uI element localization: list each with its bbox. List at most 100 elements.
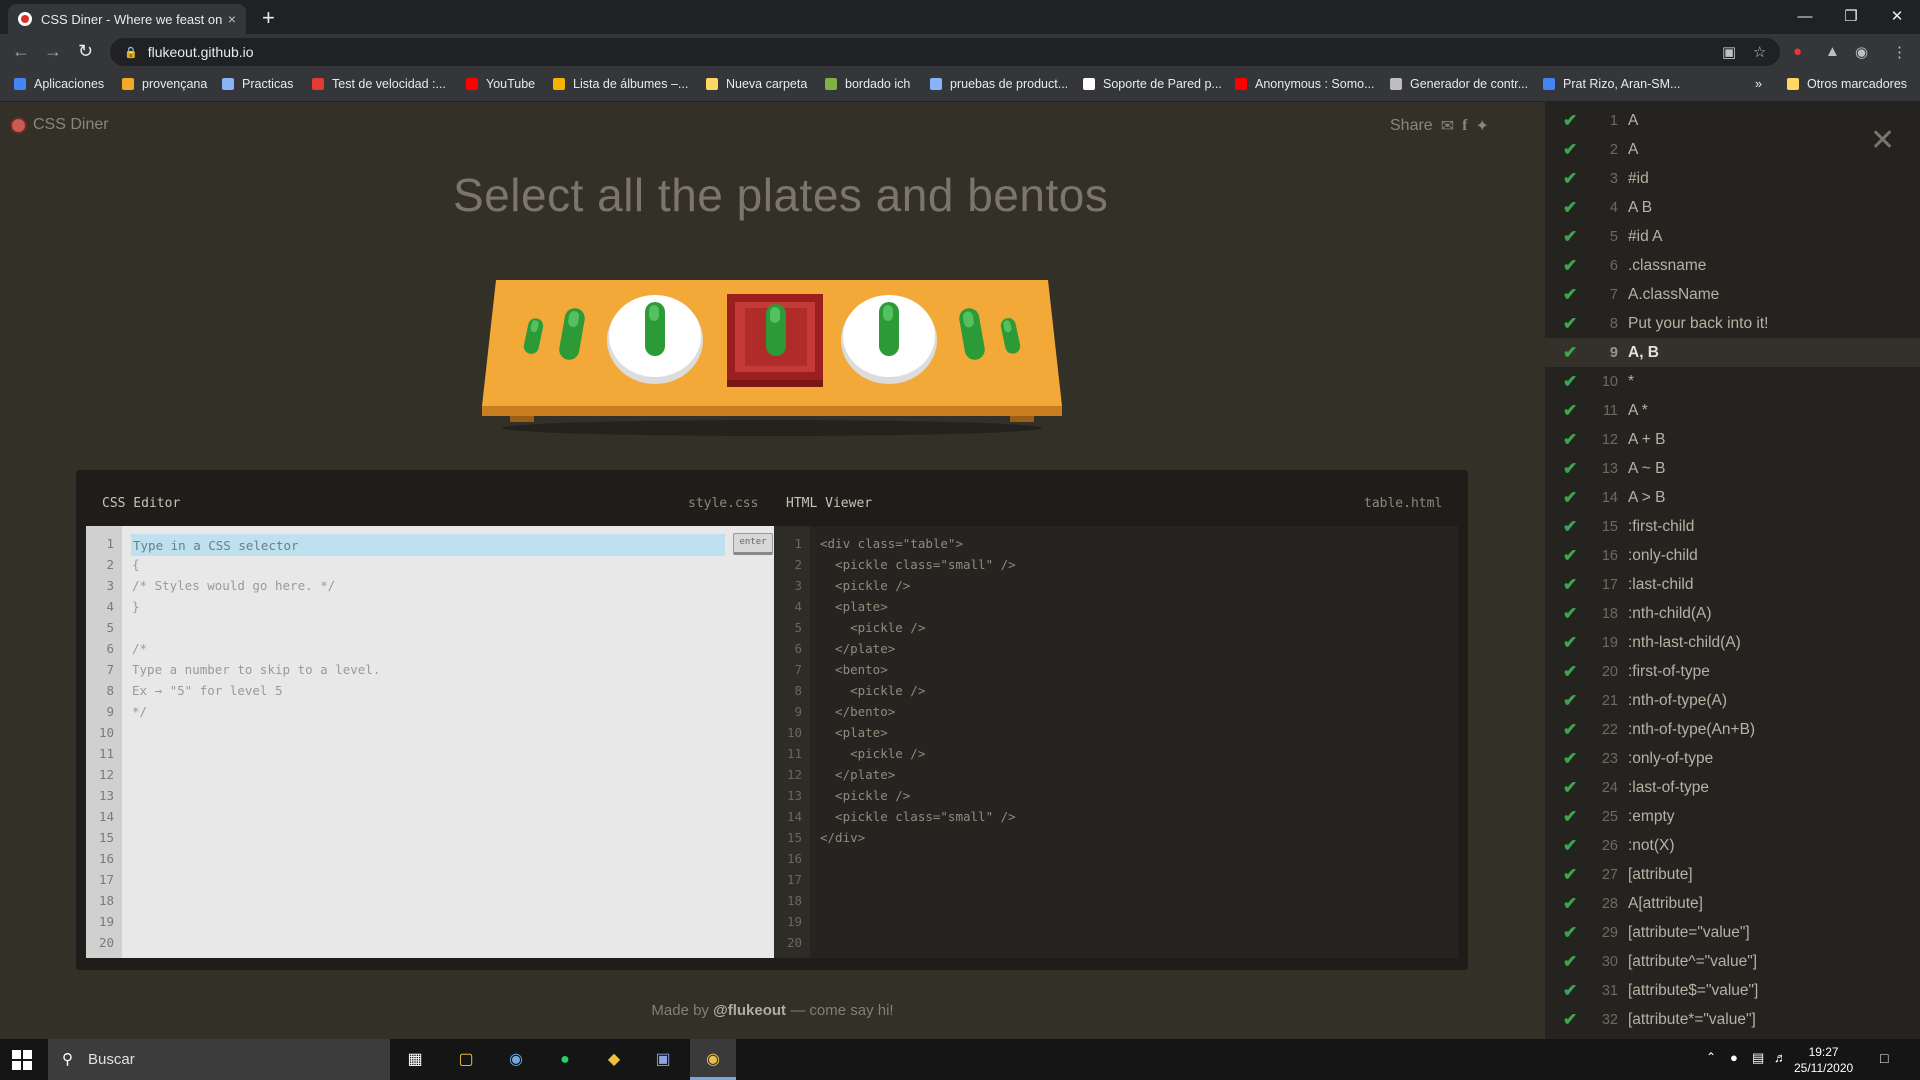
bookmark-item[interactable]: Nueva carpeta — [706, 77, 807, 91]
task-view-icon[interactable]: ▦ — [402, 1047, 428, 1073]
html-code-line[interactable]: <plate> — [820, 722, 888, 743]
taskbar-search[interactable]: ⚲ Buscar — [48, 1039, 390, 1080]
author-link[interactable]: @flukeout — [713, 1002, 786, 1019]
browser-tab[interactable]: CSS Diner - Where we feast on CSS Select… — [8, 4, 246, 34]
level-item[interactable]: ✔ 23:only-of-type — [1545, 744, 1920, 773]
system-clock[interactable]: 19:27 25/11/2020 — [1794, 1044, 1853, 1076]
html-code-line[interactable]: <pickle /> — [820, 743, 925, 764]
email-icon[interactable]: ✉ — [1441, 116, 1454, 136]
bookmark-item[interactable]: Practicas — [222, 77, 293, 91]
network-icon[interactable]: ▤ — [1752, 1050, 1764, 1066]
level-item[interactable]: ✔ 25:empty — [1545, 802, 1920, 831]
discord-icon[interactable]: ▣ — [650, 1047, 676, 1073]
address-bar[interactable]: 🔒 flukeout.github.io — [110, 38, 1780, 66]
level-item[interactable]: ✔ 4 A B — [1545, 193, 1920, 222]
bookmark-item[interactable]: YouTube — [466, 77, 535, 91]
level-item[interactable]: ✔ 26:not(X) — [1545, 831, 1920, 860]
enter-button[interactable]: enter — [733, 533, 773, 555]
volume-icon[interactable]: ♬ — [1774, 1050, 1787, 1065]
profile-avatar-icon[interactable]: ◉ — [1855, 43, 1868, 61]
bookmark-item[interactable]: Test de velocidad :... — [312, 77, 446, 91]
new-tab-button[interactable]: + — [262, 5, 275, 31]
extensions-puzzle-icon[interactable]: ▲ — [1825, 43, 1840, 60]
level-item[interactable]: ✔ 19:nth-last-child(A) — [1545, 628, 1920, 657]
close-level-menu-icon[interactable]: ✕ — [1870, 126, 1895, 156]
chrome-icon[interactable]: ◉ — [700, 1047, 726, 1073]
level-item[interactable]: ✔ 3 #id — [1545, 164, 1920, 193]
other-bookmarks-folder[interactable]: Otros marcadores — [1787, 77, 1907, 91]
back-icon[interactable]: ← — [12, 41, 30, 62]
bookmark-item[interactable]: Soporte de Pared p... — [1083, 77, 1222, 91]
microphone-icon[interactable]: ● — [1730, 1050, 1738, 1065]
translate-icon[interactable]: ▣ — [1722, 43, 1736, 61]
bookmark-item[interactable]: Aplicaciones — [14, 77, 104, 91]
level-item[interactable]: ✔ 6 .classname — [1545, 251, 1920, 280]
extension-icon[interactable]: ● — [1793, 43, 1802, 60]
html-code-line[interactable]: <div class="table"> — [820, 533, 963, 554]
forward-icon[interactable]: → — [44, 41, 62, 62]
more-bookmarks-button[interactable]: » — [1755, 77, 1762, 91]
level-item[interactable]: ✔ 15:first-child — [1545, 512, 1920, 541]
level-item[interactable]: ✔ 20:first-of-type — [1545, 657, 1920, 686]
level-item[interactable]: ✔ 21:nth-of-type(A) — [1545, 686, 1920, 715]
html-code-line[interactable]: <pickle /> — [820, 785, 910, 806]
bookmark-item[interactable]: Prat Rizo, Aran-SM... — [1543, 77, 1680, 91]
html-code-line[interactable]: </plate> — [820, 638, 895, 659]
bookmark-item[interactable]: Lista de álbumes –... — [553, 77, 688, 91]
html-code-line[interactable]: <pickle /> — [820, 680, 925, 701]
html-code-line[interactable]: <pickle /> — [820, 617, 925, 638]
level-item[interactable]: ✔ 14 A > B — [1545, 483, 1920, 512]
spotify-icon[interactable]: ● — [552, 1047, 578, 1073]
html-code-line[interactable]: <pickle class="small" /> — [820, 806, 1016, 827]
level-item[interactable]: ✔ 32 [attribute*="value"] — [1545, 1005, 1920, 1034]
level-item[interactable]: ✔ 10 * — [1545, 367, 1920, 396]
level-item[interactable]: ✔ 12 A + B — [1545, 425, 1920, 454]
html-code-line[interactable]: </bento> — [820, 701, 895, 722]
level-item[interactable]: ✔ 5 #id A — [1545, 222, 1920, 251]
level-item[interactable]: ✔ 28 A[attribute] — [1545, 889, 1920, 918]
logo[interactable]: CSS Diner — [10, 116, 109, 134]
html-code-line[interactable]: </plate> — [820, 764, 895, 785]
tray-chevron-icon[interactable]: ⌃ — [1706, 1050, 1716, 1064]
html-code-line[interactable]: <plate> — [820, 596, 888, 617]
html-code-line[interactable]: <pickle class="small" /> — [820, 554, 1016, 575]
menu-kebab-icon[interactable]: ⋮ — [1892, 43, 1907, 61]
html-code-line[interactable]: <bento> — [820, 659, 888, 680]
level-item[interactable]: ✔ 24:last-of-type — [1545, 773, 1920, 802]
bookmark-star-icon[interactable]: ☆ — [1753, 43, 1766, 61]
restore-icon[interactable]: ❐ — [1828, 4, 1874, 30]
level-item[interactable]: ✔ 27 [attribute] — [1545, 860, 1920, 889]
facebook-icon[interactable]: f — [1462, 117, 1467, 135]
file-explorer-icon[interactable]: ▢ — [453, 1047, 479, 1073]
css-selector-input[interactable] — [131, 534, 725, 556]
twitter-icon[interactable]: ✦ — [1475, 116, 1488, 136]
window-close-icon[interactable]: ✕ — [1874, 4, 1920, 30]
level-item[interactable]: ✔ 31 [attribute$="value"] — [1545, 976, 1920, 1005]
bookmark-item[interactable]: Anonymous : Somo... — [1235, 77, 1375, 91]
level-item[interactable]: ✔ 30 [attribute^="value"] — [1545, 947, 1920, 976]
level-item[interactable]: ✔ 18:nth-child(A) — [1545, 599, 1920, 628]
level-item[interactable]: ✔ 11 A * — [1545, 396, 1920, 425]
steam-icon[interactable]: ◉ — [503, 1047, 529, 1073]
level-item[interactable]: ✔ 29 [attribute="value"] — [1545, 918, 1920, 947]
bookmark-item[interactable]: provençana — [122, 77, 207, 91]
minimize-icon[interactable]: — — [1782, 4, 1828, 30]
notifications-icon[interactable]: □ — [1880, 1050, 1888, 1066]
level-item[interactable]: ✔ 13 A ~ B — [1545, 454, 1920, 483]
level-item[interactable]: ✔ 2 A — [1545, 135, 1920, 164]
bookmark-item[interactable]: bordado ich — [825, 77, 910, 91]
git-client-icon[interactable]: ◆ — [601, 1047, 627, 1073]
level-item[interactable]: ✔ 22:nth-of-type(An+B) — [1545, 715, 1920, 744]
html-code-line[interactable]: </div> — [820, 827, 865, 848]
level-item[interactable]: ✔ 16:only-child — [1545, 541, 1920, 570]
reload-icon[interactable]: ↻ — [78, 41, 93, 62]
level-item[interactable]: ✔ 1 A — [1545, 106, 1920, 135]
level-item[interactable]: ✔ 9 A, B — [1545, 338, 1920, 367]
level-item[interactable]: ✔ 8 Put your back into it! — [1545, 309, 1920, 338]
level-item[interactable]: ✔ 17:last-child — [1545, 570, 1920, 599]
bookmark-item[interactable]: Generador de contr... — [1390, 77, 1528, 91]
tab-close-icon[interactable]: × — [228, 11, 236, 27]
windows-start-icon[interactable] — [12, 1050, 32, 1070]
bookmark-item[interactable]: pruebas de product... — [930, 77, 1068, 91]
level-item[interactable]: ✔ 7 A.className — [1545, 280, 1920, 309]
